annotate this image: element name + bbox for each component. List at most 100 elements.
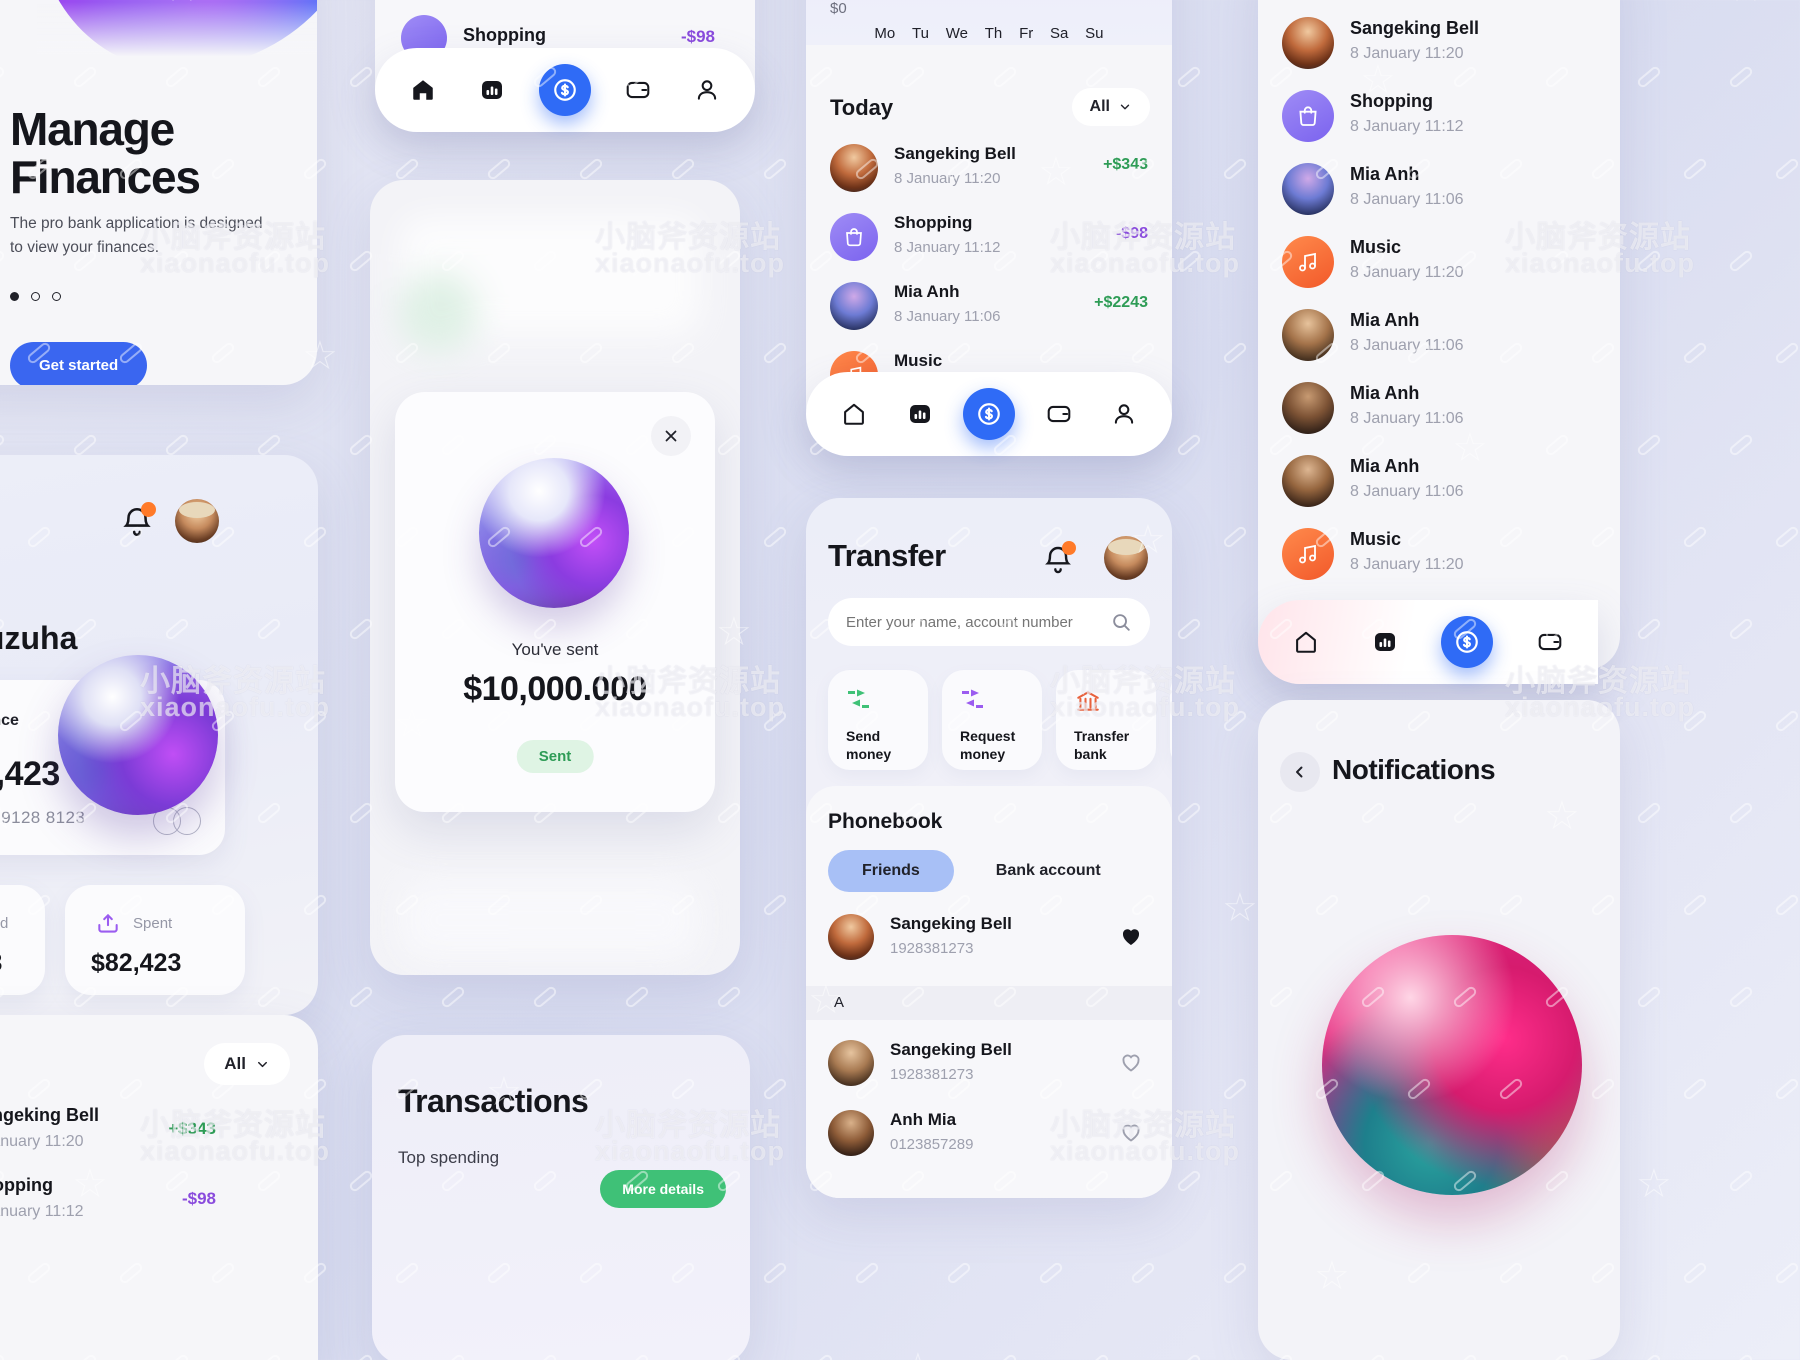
list-item[interactable]: Mia Anh 8 January 11:06 +: [1282, 453, 1612, 526]
send-money-label: Send money: [846, 728, 892, 762]
bottom-tab-bar[interactable]: [806, 372, 1172, 456]
tab-wallet[interactable]: [1037, 392, 1081, 436]
transfer-screen: Transfer Sendmoney Requestmoney: [806, 498, 1172, 1198]
list-item[interactable]: Mia Anh 8 January 11:06 +: [1282, 380, 1612, 453]
close-icon[interactable]: [651, 416, 691, 456]
user-avatar[interactable]: [175, 499, 219, 543]
list-item[interactable]: Music 8 January 11:20: [1282, 526, 1612, 599]
tab-statistics[interactable]: [470, 68, 514, 112]
list-item[interactable]: Sangeking Bell 8 January 11:20 +$343: [830, 142, 1148, 211]
carousel-dot-2[interactable]: [31, 292, 40, 301]
dash-decoration: [1681, 1076, 1709, 1102]
transaction-filter-dropdown[interactable]: All: [204, 1043, 290, 1085]
favorite-heart-icon[interactable]: [1118, 1050, 1144, 1074]
bottom-tab-bar[interactable]: [1258, 600, 1598, 684]
tab-home[interactable]: [401, 68, 445, 112]
weekday-tu: Tu: [912, 25, 929, 42]
dash-decoration: [393, 156, 421, 182]
tab-bank-account[interactable]: Bank account: [962, 850, 1135, 892]
dash-decoration: [1175, 984, 1203, 1010]
bag-icon: [1282, 90, 1334, 142]
card-balance-value: $422,423: [0, 755, 60, 793]
section-title-today: Today: [830, 95, 894, 120]
list-item[interactable]: Sangeking Bell 1928381273: [828, 1036, 1150, 1106]
dash-decoration: [853, 1260, 881, 1286]
notifications-screen: Notifications: [1258, 700, 1620, 1360]
dash-decoration: [71, 432, 99, 458]
carousel-dot-3[interactable]: [52, 292, 61, 301]
tab-payments[interactable]: [963, 388, 1015, 440]
request-money-button[interactable]: Request money: [942, 670, 1042, 770]
search-input[interactable]: [846, 613, 1110, 631]
list-item[interactable]: Mia Anh 8 January 11:06 +$2243: [830, 280, 1148, 349]
bottom-tab-bar[interactable]: [375, 48, 755, 132]
dash-decoration: [1635, 800, 1663, 826]
dash-decoration: [439, 984, 467, 1010]
transaction-amount: +$343: [1103, 156, 1148, 173]
list-item[interactable]: Anh Mia 0123857289: [828, 1106, 1150, 1176]
notification-name: Music: [1350, 237, 1402, 257]
more-details-button[interactable]: More details: [600, 1170, 726, 1208]
bank-icon: [1074, 688, 1106, 714]
transfer-bank-label: Transfer bank: [1074, 728, 1130, 762]
transaction-amount: -$98: [1115, 225, 1148, 242]
stat-card-spent[interactable]: Spent $82,423: [65, 885, 245, 995]
list-item[interactable]: Shopping 8 January 11:12 -$98: [0, 1173, 278, 1247]
sent-confirmation-screen: You've sent $10,000.000 Sent: [370, 180, 740, 975]
list-item[interactable]: Shopping 8 January 11:12 -$98: [830, 211, 1148, 280]
dash-decoration: [1635, 616, 1663, 642]
dash-decoration: [1175, 616, 1203, 642]
notification-date: 8 January 11:06: [1350, 191, 1464, 208]
send-money-button[interactable]: Send money: [828, 670, 928, 770]
dash-decoration: [1773, 340, 1800, 366]
notification-date: 8 January 11:20: [1350, 45, 1464, 62]
user-avatar[interactable]: [1104, 536, 1148, 580]
favorite-heart-icon[interactable]: [1118, 924, 1144, 948]
list-item[interactable]: Mia Anh 8 January 11:06 +: [1282, 161, 1612, 234]
list-item[interactable]: Sangeking Bell 8 January 11:20 +$343: [0, 1103, 278, 1177]
carousel-dots[interactable]: [10, 292, 61, 301]
carousel-dot-1[interactable]: [10, 292, 19, 301]
list-item[interactable]: Mia Anh 8 January 11:06 +: [1282, 307, 1612, 380]
transaction-filter-dropdown[interactable]: All: [1071, 88, 1150, 126]
tab-statistics[interactable]: [1363, 620, 1407, 664]
tab-profile[interactable]: [1102, 392, 1146, 436]
chevron-left-icon[interactable]: [1280, 752, 1320, 792]
avatar: [828, 1110, 874, 1156]
get-started-button[interactable]: Get started: [10, 342, 148, 385]
more-actions-button[interactable]: [1170, 670, 1172, 770]
tab-home[interactable]: [1284, 620, 1328, 664]
onboarding-subtitle: The pro bank application is designed to …: [10, 215, 263, 257]
list-item[interactable]: Music 8 January 11:20: [1282, 234, 1612, 307]
notification-date: 8 January 11:20: [1350, 264, 1464, 281]
dash-decoration: [1129, 1260, 1157, 1286]
list-item[interactable]: Sangeking Bell 1928381273: [828, 910, 1150, 980]
list-item[interactable]: Sangeking Bell 8 January 11:20: [1282, 15, 1612, 88]
tab-friends[interactable]: Friends: [828, 850, 954, 892]
tab-wallet[interactable]: [616, 68, 660, 112]
favorite-heart-icon[interactable]: [1118, 1120, 1144, 1144]
tab-profile[interactable]: [685, 68, 729, 112]
dash-decoration: [1773, 708, 1800, 734]
spending-chart: $0 Mo Tu We Th Fr Sa Su: [806, 0, 1172, 45]
list-item[interactable]: Shopping 8 January 11:12: [1282, 88, 1612, 161]
tab-payments[interactable]: [1441, 616, 1494, 668]
chevron-down-icon: [255, 1057, 270, 1072]
dash-decoration: [1635, 248, 1663, 274]
notification-name: Mia Anh: [1350, 164, 1420, 184]
tab-home[interactable]: [832, 392, 876, 436]
notification-bell-icon[interactable]: [1042, 541, 1076, 576]
quick-actions-row: Send money Request money Transfer bank: [828, 670, 1172, 770]
tab-wallet[interactable]: [1528, 620, 1572, 664]
contact-name: Anh Mia: [890, 1110, 957, 1129]
stat-card-earned[interactable]: Earned 422,423: [0, 885, 45, 995]
notification-bell-icon[interactable]: [120, 502, 156, 539]
notification-name: Mia Anh: [1350, 310, 1420, 330]
transfer-bank-button[interactable]: Transfer bank: [1056, 670, 1156, 770]
tab-statistics[interactable]: [898, 392, 942, 436]
tab-payments[interactable]: [539, 64, 591, 116]
search-icon[interactable]: [1110, 611, 1132, 633]
dash-decoration: [1221, 524, 1249, 550]
search-bar[interactable]: [828, 598, 1150, 646]
dash-decoration: [1221, 156, 1249, 182]
